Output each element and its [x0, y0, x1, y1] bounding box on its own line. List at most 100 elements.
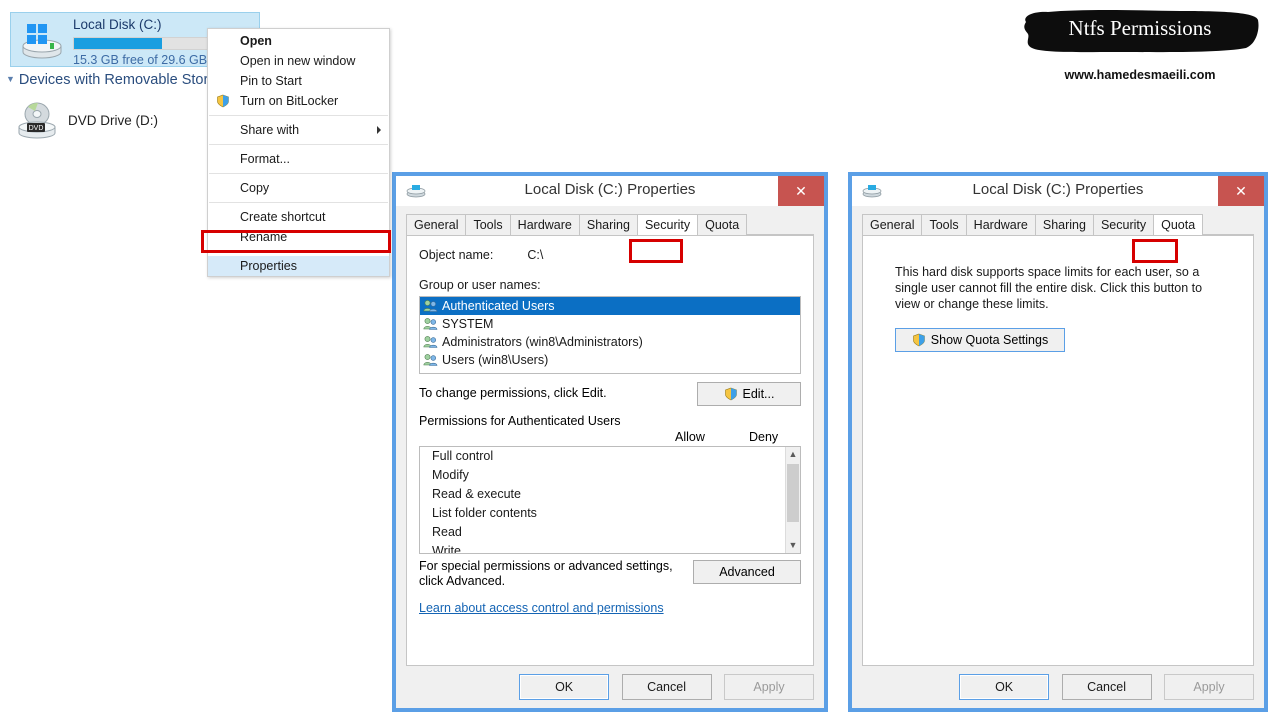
tab-label: Sharing [1042, 218, 1086, 232]
apply-button: Apply [724, 674, 814, 700]
context-menu-item-label: Share with [240, 123, 300, 137]
tab-strip[interactable]: General Tools Hardware Sharing Security Quota [406, 214, 814, 235]
tab-general[interactable]: General [406, 214, 467, 235]
dialog-title-label: Local Disk (C:) Properties [972, 181, 1144, 198]
collapse-triangle-icon[interactable]: ▼ [6, 74, 15, 84]
scrollbar-thumb[interactable] [787, 464, 799, 522]
context-menu-item-rename[interactable]: Rename [208, 227, 389, 247]
group-user-list-item[interactable]: Administrators (win8\Administrators) [420, 333, 800, 351]
quota-tab-panel: This hard disk supports space limits for… [862, 235, 1254, 666]
tab-general[interactable]: General [862, 214, 923, 235]
context-menu-item-label: Format... [240, 152, 291, 166]
edit-hint-label: To change permissions, click Edit. [419, 386, 607, 400]
permissions-for-label: Permissions for Authenticated Users [419, 414, 621, 428]
object-name-row: Object name: C:\ [419, 248, 801, 262]
close-icon[interactable]: ✕ [1218, 176, 1264, 206]
cancel-button[interactable]: Cancel [621, 674, 712, 700]
group-user-list-item[interactable]: SYSTEM [420, 315, 800, 333]
permission-row[interactable]: Write [420, 542, 800, 554]
context-menu-item-open-in-new-window[interactable]: Open in new window [208, 51, 389, 71]
context-menu-item-properties[interactable]: Properties [208, 256, 389, 276]
show-quota-settings-button[interactable]: Show Quota Settings [895, 328, 1065, 352]
tab-quota[interactable]: Quota [697, 214, 748, 235]
section-header-label: Devices with Removable Stora [18, 72, 217, 88]
submenu-arrow-icon [377, 126, 381, 134]
dialog-title-bar[interactable]: Local Disk (C:) Properties ✕ [852, 176, 1264, 206]
dialog-footer: OK Cancel Apply [951, 674, 1254, 700]
group-user-list-item[interactable]: Users (win8\Users) [420, 351, 800, 369]
scroll-up-icon[interactable]: ▲ [786, 447, 800, 462]
context-menu-item-copy[interactable]: Copy [208, 178, 389, 198]
dialog-title-label: Local Disk (C:) Properties [524, 181, 696, 198]
removable-storage-section-header[interactable]: ▼ Devices with Removable Stora [6, 72, 216, 88]
group-user-name-label: Administrators (win8\Administrators) [442, 335, 643, 349]
advanced-settings-row: For special permissions or advanced sett… [419, 559, 801, 589]
context-menu-item-open[interactable]: Open [208, 31, 389, 51]
watermark-url: www.hamedesmaeili.com [1064, 68, 1216, 82]
group-user-list-item[interactable]: Authenticated Users [420, 297, 800, 315]
advanced-hint-label: For special permissions or advanced sett… [419, 559, 673, 588]
context-menu-separator [209, 202, 388, 203]
group-user-name-label: Authenticated Users [442, 299, 555, 313]
dialog-title-bar[interactable]: Local Disk (C:) Properties ✕ [396, 176, 824, 206]
tab-label: General [414, 218, 459, 232]
context-menu-item-share-with[interactable]: Share with [208, 120, 389, 140]
edit-permissions-row: To change permissions, click Edit. Edit.… [419, 382, 801, 408]
context-menu-separator [209, 173, 388, 174]
scroll-down-icon[interactable]: ▼ [786, 538, 800, 553]
shield-icon [724, 387, 737, 401]
learn-about-access-control-link[interactable]: Learn about access control and permissio… [419, 601, 664, 615]
tab-sharing[interactable]: Sharing [578, 214, 638, 235]
context-menu-item-turn-on-bitlocker[interactable]: Turn on BitLocker [208, 91, 389, 111]
permission-row[interactable]: List folder contents [420, 504, 800, 523]
allow-column-header: Allow [675, 430, 705, 444]
tab-hardware[interactable]: Hardware [965, 214, 1036, 235]
context-menu-separator [209, 115, 388, 116]
permission-row[interactable]: Modify [420, 466, 800, 485]
context-menu-item-label: Open [240, 34, 272, 48]
permission-row[interactable]: Full control [420, 447, 800, 466]
tab-label: Hardware [517, 218, 572, 232]
cancel-button[interactable]: Cancel [1061, 674, 1152, 700]
tab-label: Quota [705, 218, 740, 232]
permission-label: Write [432, 544, 461, 554]
group-user-listbox[interactable]: Authenticated Users SYSTEM Administrators … [419, 296, 801, 374]
ok-button[interactable]: OK [519, 674, 610, 700]
edit-button[interactable]: Edit... [697, 382, 801, 406]
tab-quota[interactable]: Quota [1153, 214, 1204, 235]
tab-label: Sharing [586, 218, 630, 232]
hard-drive-icon [22, 24, 62, 59]
tab-label: Quota [1161, 218, 1196, 232]
context-menu-item-label: Turn on BitLocker [240, 94, 339, 108]
context-menu-item-label: Create shortcut [240, 210, 326, 224]
object-name-value: C:\ [527, 248, 544, 262]
tab-hardware[interactable]: Hardware [509, 214, 580, 235]
security-tab-panel: Object name: C:\ Group or user names: Aut… [406, 235, 814, 666]
deny-column-header: Deny [749, 430, 779, 444]
group-user-name-label: Users (win8\Users) [442, 353, 549, 367]
tab-security[interactable]: Security [1092, 214, 1155, 235]
group-user-name-label: SYSTEM [442, 317, 494, 331]
permissions-listbox[interactable]: Full control Modify Read & execute List fol… [419, 446, 801, 554]
permissions-scrollbar[interactable]: ▲ ▼ [785, 447, 800, 553]
tab-tools[interactable]: Tools [465, 214, 511, 235]
context-menu-item-label: Rename [240, 230, 288, 244]
shield-icon [912, 333, 925, 347]
show-quota-settings-label: Show Quota Settings [930, 333, 1049, 347]
tab-strip[interactable]: General Tools Hardware Sharing Security Quota [862, 214, 1254, 235]
watermark-title: Ntfs Permissions [1068, 16, 1212, 40]
context-menu[interactable]: Open Open in new window Pin to Start Turn o… [207, 28, 390, 277]
permission-row[interactable]: Read [420, 523, 800, 542]
context-menu-item-format[interactable]: Format... [208, 149, 389, 169]
advanced-button[interactable]: Advanced [693, 560, 801, 584]
context-menu-item-create-shortcut[interactable]: Create shortcut [208, 207, 389, 227]
tab-security[interactable]: Security [636, 214, 699, 235]
ok-button[interactable]: OK [959, 674, 1050, 700]
tab-tools[interactable]: Tools [921, 214, 967, 235]
context-menu-separator [209, 144, 388, 145]
close-icon[interactable]: ✕ [778, 176, 824, 206]
context-menu-item-pin-to-start[interactable]: Pin to Start [208, 71, 389, 91]
permission-row[interactable]: Read & execute [420, 485, 800, 504]
tab-sharing[interactable]: Sharing [1034, 214, 1094, 235]
group-or-user-names-label: Group or user names: [419, 278, 541, 292]
